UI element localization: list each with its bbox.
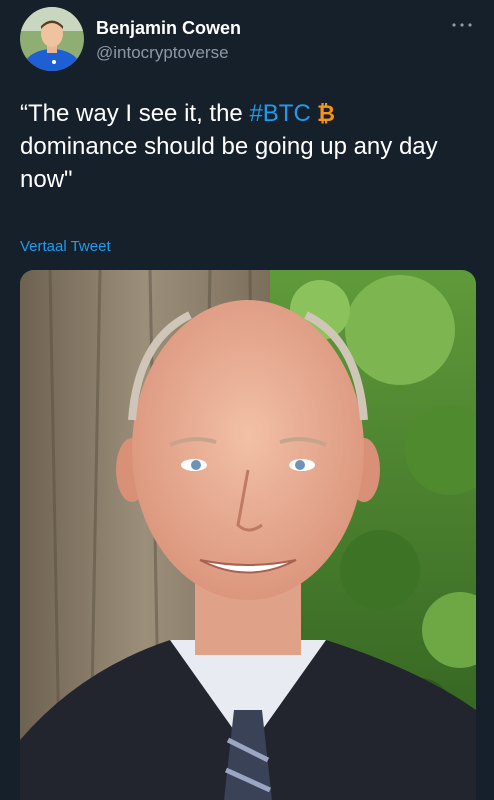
hashtag-link[interactable]: #BTC — [249, 100, 310, 127]
avatar-photo — [20, 7, 84, 71]
author-name[interactable]: Benjamin Cowen — [96, 17, 241, 40]
tweet: Benjamin Cowen @intocryptoverse “The way… — [0, 0, 494, 800]
tweet-media-photo[interactable] — [20, 270, 476, 800]
tweet-text-rest: dominance should be going up any day now… — [20, 132, 438, 193]
translate-tweet-link[interactable]: Vertaal Tweet — [20, 238, 111, 255]
tweet-text: “The way I see it, the #BTC ₿ dominance sh… — [20, 98, 475, 197]
avatar[interactable] — [20, 7, 84, 71]
more-options-button[interactable] — [450, 18, 474, 32]
portrait-photo — [20, 270, 476, 800]
bitcoin-emoji: ₿ — [317, 102, 335, 124]
tweet-text-intro: “The way I see it, the — [20, 100, 250, 127]
author-info: Benjamin Cowen @intocryptoverse — [96, 17, 241, 63]
svg-text:₿: ₿ — [317, 102, 335, 124]
author-handle[interactable]: @intocryptoverse — [96, 42, 241, 63]
more-horizontal-icon — [452, 23, 472, 27]
